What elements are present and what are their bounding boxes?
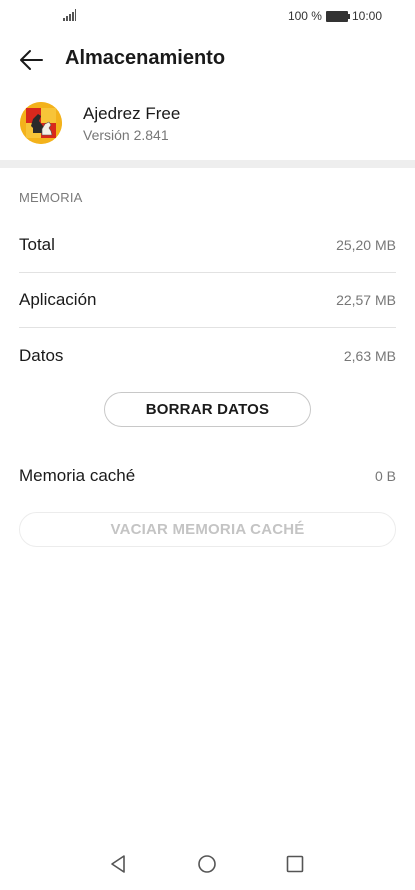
section-divider	[0, 160, 415, 168]
memory-row-total: Total 25,20 MB	[19, 217, 396, 273]
clear-data-button[interactable]: BORRAR DATOS	[104, 392, 311, 427]
row-label: Datos	[19, 345, 64, 365]
memory-row-data: Datos 2,63 MB	[19, 328, 396, 383]
battery-percentage: 100 %	[287, 9, 322, 23]
memory-section-label: MEMORIA	[19, 190, 83, 205]
cache-label: Memoria caché	[19, 465, 136, 485]
recents-square-icon[interactable]	[285, 854, 305, 874]
clear-cache-button[interactable]: VACIAR MEMORIA CACHÉ	[19, 512, 396, 547]
row-label: Total	[19, 234, 55, 254]
home-circle-icon[interactable]	[197, 854, 217, 874]
app-name: Ajedrez Free	[83, 104, 181, 123]
page-title: Almacenamiento	[65, 47, 226, 69]
row-value: 2,63 MB	[343, 347, 396, 364]
battery-icon	[325, 10, 350, 22]
chess-app-icon	[20, 102, 62, 144]
cache-row: Memoria caché 0 B	[19, 448, 396, 503]
status-bar: 100 % 10:00	[0, 0, 415, 32]
row-label: Aplicación	[19, 289, 97, 309]
memory-row-application: Aplicación 22,57 MB	[19, 272, 396, 328]
header: Almacenamiento	[0, 38, 415, 82]
back-triangle-icon[interactable]	[108, 854, 128, 874]
status-right: 100 % 10:00	[288, 9, 382, 23]
navigation-bar	[0, 840, 415, 890]
clock: 10:00	[351, 9, 382, 23]
app-info: Ajedrez Free Versión 2.841	[0, 98, 415, 152]
cache-value: 0 B	[374, 467, 396, 484]
arrow-left-icon[interactable]	[18, 48, 44, 72]
row-value: 22,57 MB	[336, 291, 396, 308]
signal-icon	[63, 9, 76, 21]
app-version: Versión 2.841	[83, 127, 169, 143]
row-value: 25,20 MB	[336, 236, 396, 253]
